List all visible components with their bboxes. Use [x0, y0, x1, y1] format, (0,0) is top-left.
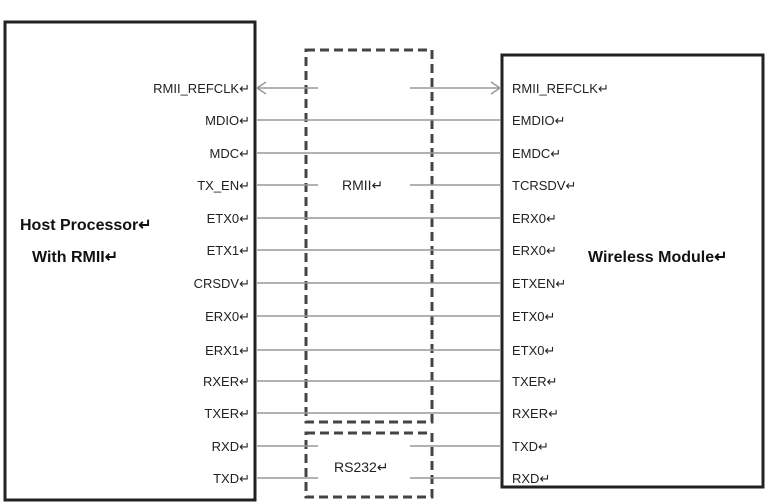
host-pin-label: TX_EN↵ [197, 178, 250, 193]
host-title-line2: With RMII↵ [32, 249, 118, 266]
host-pin-label: ERX0↵ [205, 309, 250, 324]
rmii-connection-diagram: RMII_REFCLK↵ RMII_REFCLK↵ MDIO↵ EMDIO↵ MDC↵ E… [3, 20, 765, 502]
module-pin-label: EMDC↵ [512, 146, 561, 161]
module-pin-label: TCRSDV↵ [512, 178, 576, 193]
host-pin-label: TXD↵ [213, 471, 250, 486]
module-pin-label: ETX0↵ [512, 309, 555, 324]
host-pin-label: ETX1↵ [207, 243, 250, 258]
module-pin-label: ETXEN↵ [512, 276, 566, 291]
host-pin-label: RXD↵ [212, 439, 250, 454]
rmii-dashed-box [304, 48, 434, 424]
host-pin-label: RXER↵ [203, 374, 250, 389]
host-title-line1: Host Processor↵ [20, 217, 152, 234]
module-pin-label: RXD↵ [512, 471, 550, 486]
host-pin-label: RMII_REFCLK↵ [153, 81, 250, 96]
module-pin-label: ERX0↵ [512, 211, 557, 226]
host-pin-label: ERX1↵ [205, 343, 250, 358]
rs232-label: RS232↵ [334, 459, 389, 475]
module-pin-label: TXD↵ [512, 439, 549, 454]
host-pin-label: MDIO↵ [205, 113, 250, 128]
module-pin-label: ERX0↵ [512, 243, 557, 258]
host-pin-label: MDC↵ [210, 146, 251, 161]
host-pin-label: CRSDV↵ [194, 276, 250, 291]
rmii-label: RMII↵ [342, 177, 383, 193]
module-title: Wireless Module↵ [588, 249, 728, 266]
module-pin-label: RMII_REFCLK↵ [512, 81, 609, 96]
module-pin-label: EMDIO↵ [512, 113, 566, 128]
module-pin-label: TXER↵ [512, 374, 558, 389]
host-pin-label: TXER↵ [204, 406, 250, 421]
module-pin-label: RXER↵ [512, 406, 559, 421]
host-pin-label: ETX0↵ [207, 211, 250, 226]
module-pin-label: ETX0↵ [512, 343, 555, 358]
